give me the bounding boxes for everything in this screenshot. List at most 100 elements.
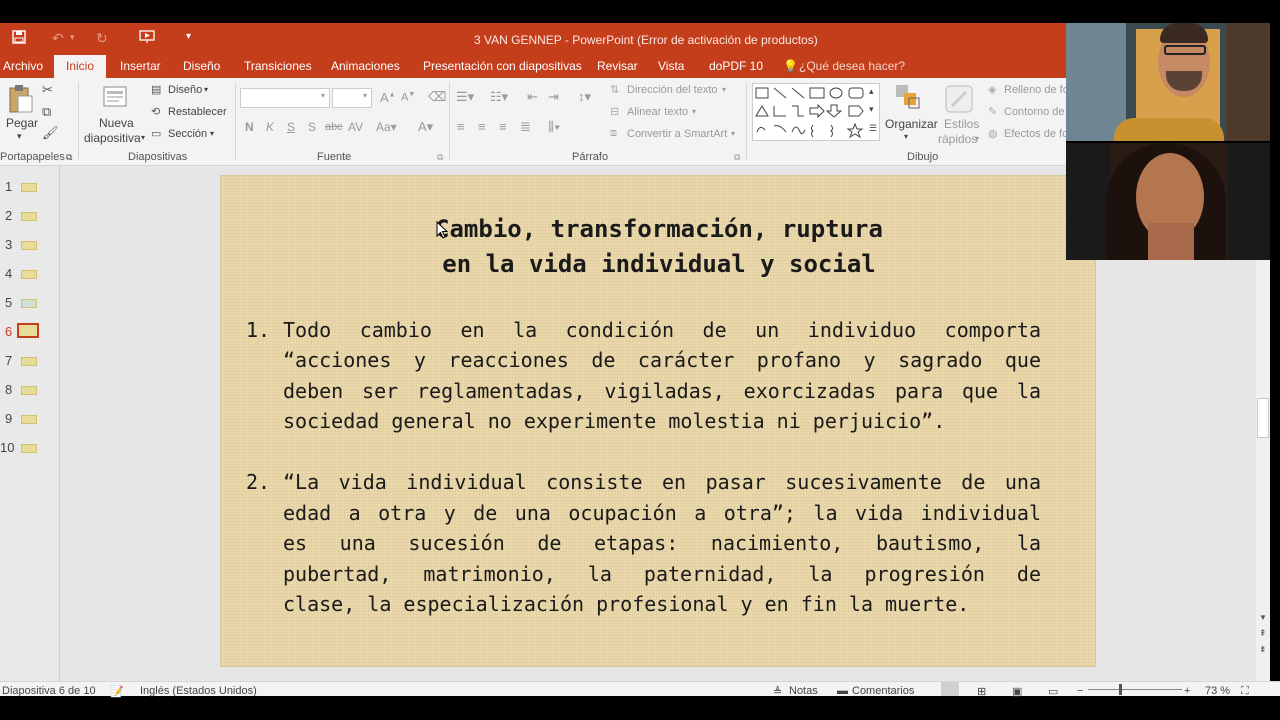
tab-vista[interactable]: Vista <box>658 59 684 73</box>
section-dropdown-icon[interactable]: ▾ <box>210 129 214 138</box>
dialog-launcher-icon[interactable]: ⧉ <box>66 152 72 163</box>
quick-styles-button[interactable]: rápidos <box>938 132 977 146</box>
format-painter-icon[interactable]: 🖌 <box>42 125 59 141</box>
layout-dropdown-icon[interactable]: ▾ <box>204 85 208 94</box>
bold-button[interactable]: N <box>245 120 254 134</box>
tab-insertar[interactable]: Insertar <box>120 59 161 73</box>
shapes-gallery[interactable] <box>752 83 880 141</box>
fit-slide-icon[interactable]: ⛶ <box>1241 685 1249 698</box>
font-color-icon[interactable]: A▾ <box>418 119 433 135</box>
change-case-icon[interactable]: Aa▾ <box>376 120 397 134</box>
section-button[interactable]: Sección <box>168 128 207 140</box>
tab-archivo[interactable]: Archivo <box>3 59 43 73</box>
font-size-dropdown-icon[interactable]: ▾ <box>363 91 367 100</box>
thumbnail-slide[interactable]: 2 <box>0 206 60 226</box>
strikethrough-button[interactable]: abc <box>325 121 343 133</box>
zoom-slider[interactable] <box>1088 689 1182 690</box>
scroll-thumb[interactable] <box>1257 398 1269 438</box>
new-slide-label[interactable]: Nueva <box>99 116 134 130</box>
previous-slide-icon[interactable]: ⇞ <box>1259 628 1267 639</box>
new-slide-dropdown-icon[interactable]: ▾ <box>141 133 145 142</box>
shapes-scroll-up-icon[interactable]: ▴ <box>869 86 874 97</box>
layout-button[interactable]: Diseño <box>168 84 202 96</box>
bullets-icon[interactable]: ☰▾ <box>456 89 474 105</box>
font-family-dropdown-icon[interactable]: ▾ <box>321 91 325 100</box>
thumbnail-slide[interactable]: 1 <box>0 177 60 197</box>
slide-sorter-icon[interactable]: ⊞ <box>977 685 986 698</box>
undo-icon[interactable]: ↶ <box>52 30 64 47</box>
current-slide[interactable]: Cambio, transformación, ruptura en la vi… <box>220 175 1096 667</box>
slideshow-view-icon[interactable]: ▭ <box>1048 685 1058 698</box>
language-indicator[interactable]: Inglés (Estados Unidos) <box>140 685 257 697</box>
quick-styles-icon[interactable] <box>944 84 974 119</box>
reset-button[interactable]: Restablecer <box>168 106 227 118</box>
align-right-icon[interactable]: ≡ <box>499 119 507 134</box>
justify-icon[interactable]: ≣ <box>520 119 531 135</box>
text-direction-button[interactable]: Dirección del texto <box>627 84 718 96</box>
clear-format-icon[interactable]: ⌫ <box>428 89 446 105</box>
slideshow-start-icon[interactable] <box>139 30 155 47</box>
increase-indent-icon[interactable]: ⇥ <box>548 89 559 105</box>
align-center-icon[interactable]: ≡ <box>478 119 486 134</box>
thumbnail-slide[interactable]: 8 <box>0 380 60 400</box>
columns-icon[interactable]: ⫼▾ <box>548 119 560 135</box>
save-icon[interactable] <box>12 30 26 47</box>
zoom-out-icon[interactable]: − <box>1077 685 1083 697</box>
thumbnail-slide[interactable]: 10 <box>0 438 60 458</box>
shape-fill-button[interactable]: Relleno de fo <box>1004 84 1069 96</box>
thumbnail-slide[interactable]: 9 <box>0 409 60 429</box>
numbering-icon[interactable]: ☷▾ <box>490 89 508 105</box>
paste-icon[interactable] <box>8 84 34 119</box>
smartart-dropdown-icon[interactable]: ▾ <box>731 129 735 138</box>
align-text-dropdown-icon[interactable]: ▾ <box>692 107 696 116</box>
next-slide-icon[interactable]: ⇟ <box>1259 644 1267 655</box>
shadow-button[interactable]: S <box>308 120 316 134</box>
quick-styles-dropdown-icon[interactable]: ▾ <box>975 134 979 143</box>
spellcheck-icon[interactable]: 📝 <box>110 685 124 698</box>
undo-dropdown-icon[interactable]: ▾ <box>70 32 75 43</box>
text-direction-dropdown-icon[interactable]: ▾ <box>722 85 726 94</box>
quick-styles-label[interactable]: Estilos <box>944 117 979 131</box>
font-family-input[interactable] <box>240 88 330 108</box>
cut-icon[interactable]: ✂ <box>42 82 53 98</box>
new-slide-button[interactable]: diapositiva <box>84 131 141 145</box>
normal-view-icon[interactable] <box>941 682 959 696</box>
align-left-icon[interactable]: ≡ <box>457 119 465 134</box>
thumbnail-slide[interactable]: 5 <box>0 293 60 313</box>
decrease-indent-icon[interactable]: ⇤ <box>527 89 538 105</box>
copy-icon[interactable]: ⧉ <box>42 104 51 120</box>
tab-diseno[interactable]: Diseño <box>183 59 220 73</box>
new-slide-icon[interactable] <box>101 84 129 115</box>
tab-dopdf[interactable]: doPDF 10 <box>709 59 763 73</box>
arrange-button[interactable]: Organizar <box>885 117 938 131</box>
tab-inicio[interactable]: Inicio <box>54 55 107 78</box>
thumbnail-slide[interactable]: 4 <box>0 264 60 284</box>
arrange-icon[interactable] <box>895 84 921 115</box>
comments-button[interactable]: Comentarios <box>852 685 914 697</box>
italic-button[interactable]: K <box>266 120 274 134</box>
shapes-scroll-down-icon[interactable]: ▾ <box>869 104 874 115</box>
slide-title[interactable]: Cambio, transformación, ruptura en la vi… <box>221 212 1097 282</box>
zoom-level[interactable]: 73 % <box>1205 685 1230 697</box>
notes-button[interactable]: Notas <box>789 685 818 697</box>
thumbnail-slide[interactable]: 7 <box>0 351 60 371</box>
tab-animaciones[interactable]: Animaciones <box>331 59 400 73</box>
paste-button[interactable]: Pegar <box>6 116 38 130</box>
shape-effects-button[interactable]: Efectos de fo <box>1004 128 1068 140</box>
redo-icon[interactable]: ↻ <box>96 30 108 47</box>
align-text-button[interactable]: Alinear texto <box>627 106 688 118</box>
font-dialog-launcher-icon[interactable]: ⧉ <box>437 152 443 163</box>
scroll-down-icon[interactable]: ▼ <box>1259 613 1267 622</box>
shrink-font-icon[interactable]: A▼ <box>401 91 415 104</box>
tab-transiciones[interactable]: Transiciones <box>244 59 312 73</box>
grow-font-icon[interactable]: A▲ <box>380 90 396 105</box>
arrange-dropdown-icon[interactable]: ▾ <box>904 132 908 141</box>
thumbnail-slide-active[interactable]: 6 <box>0 322 60 342</box>
shapes-more-icon[interactable]: ☰ <box>869 123 877 134</box>
line-spacing-icon[interactable]: ↕▾ <box>578 89 591 105</box>
reading-view-icon[interactable]: ▣ <box>1012 685 1022 698</box>
customize-toolbar-icon[interactable]: ▾ <box>186 31 191 42</box>
tab-revisar[interactable]: Revisar <box>597 59 638 73</box>
paragraph-dialog-launcher-icon[interactable]: ⧉ <box>734 152 740 163</box>
underline-button[interactable]: S <box>287 120 295 134</box>
